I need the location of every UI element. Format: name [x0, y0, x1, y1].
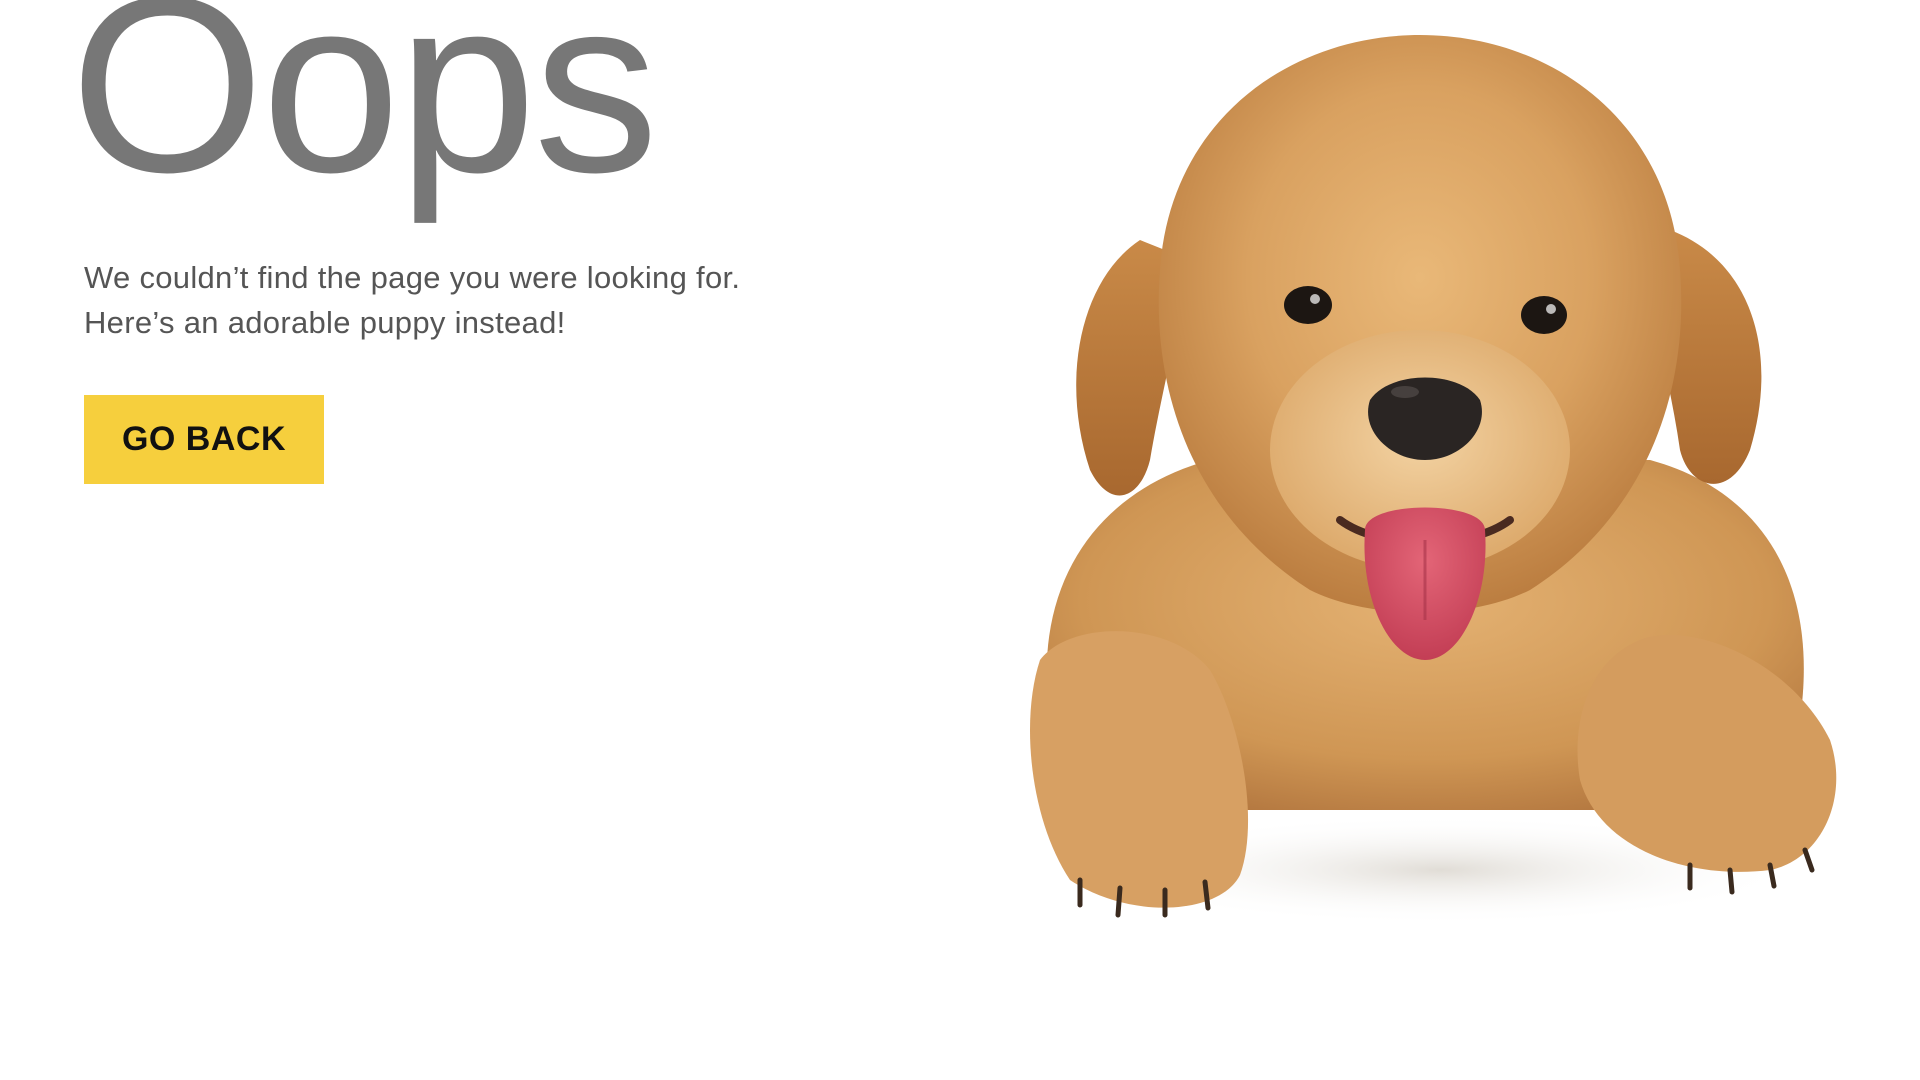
- error-message-line-2: Here’s an adorable puppy instead!: [84, 305, 566, 340]
- error-message-line-1: We couldn’t find the page you were looki…: [84, 260, 741, 295]
- go-back-button[interactable]: GO BACK: [84, 395, 324, 484]
- error-content: Oops We couldn’t find the page you were …: [0, 0, 900, 1080]
- error-message: We couldn’t find the page you were looki…: [84, 255, 844, 345]
- error-page: Oops We couldn’t find the page you were …: [0, 0, 1920, 1080]
- page-title: Oops: [70, 0, 659, 224]
- puppy-image: [990, 20, 1870, 940]
